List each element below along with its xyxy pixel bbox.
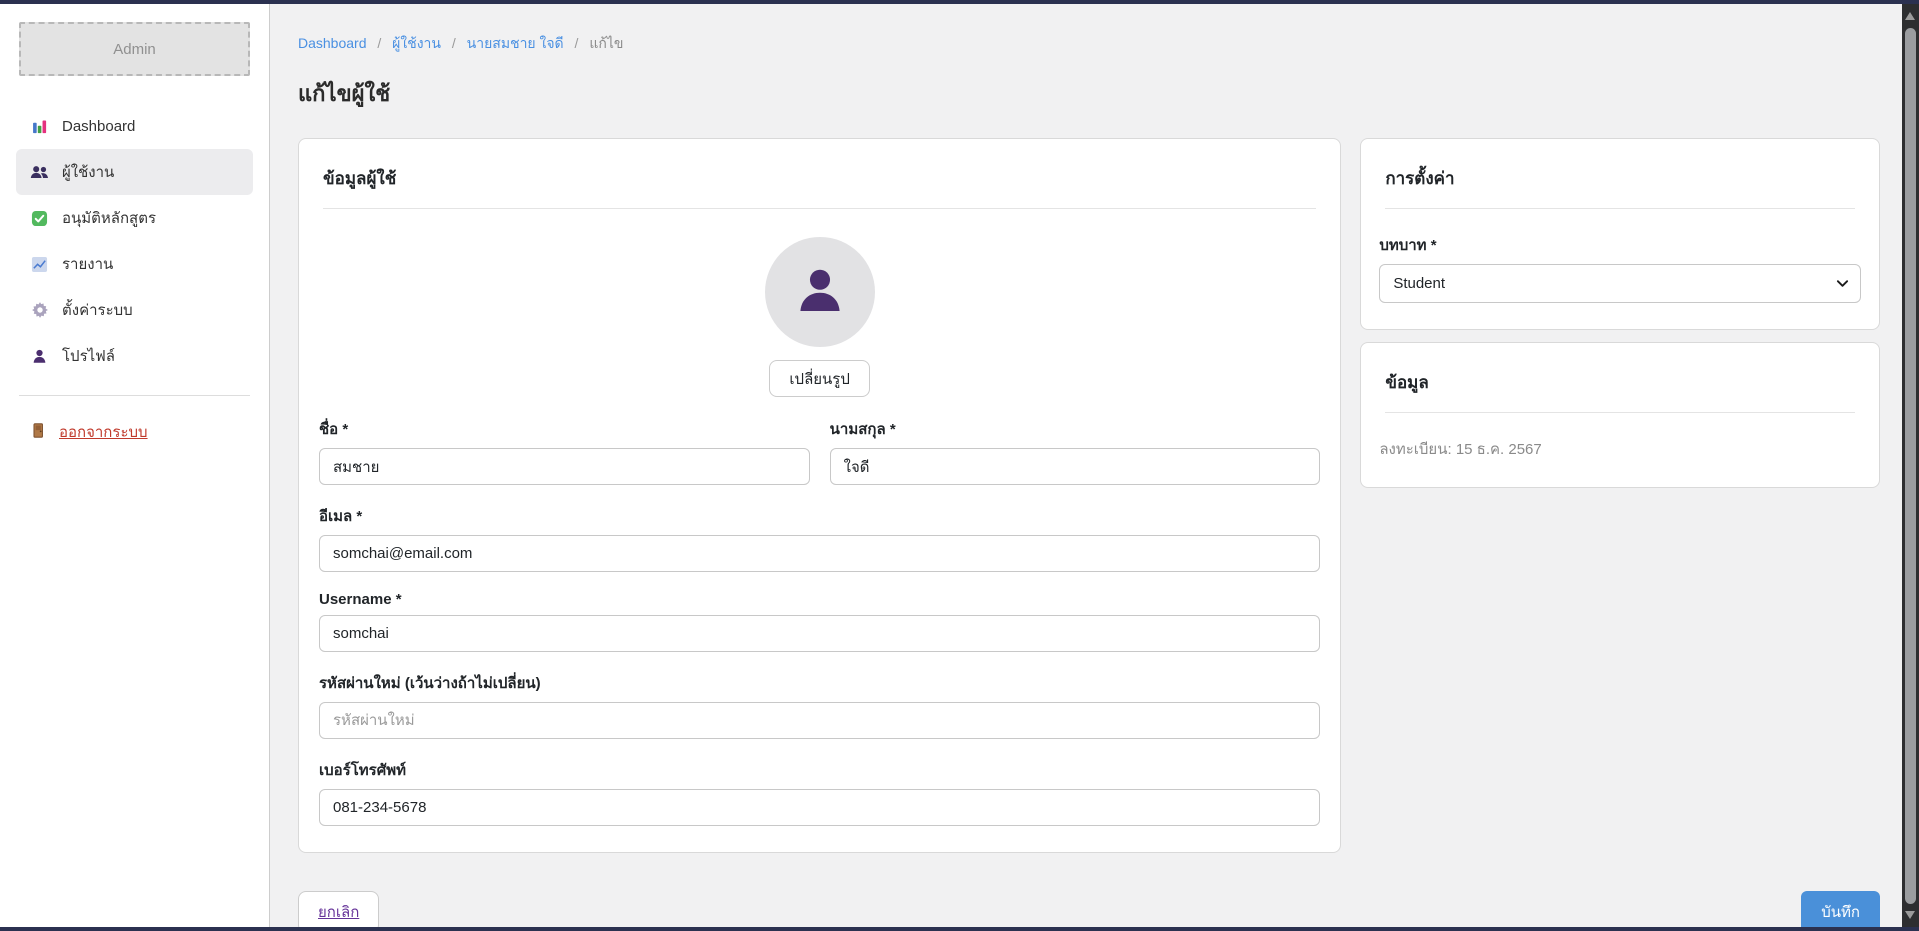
username-field[interactable] bbox=[319, 615, 1320, 652]
breadcrumb-link-user-name[interactable]: นายสมชาย ใจดี bbox=[467, 35, 564, 51]
scrollbar-up-arrow-icon[interactable] bbox=[1905, 12, 1915, 20]
brand-logo-placeholder: Admin bbox=[19, 22, 250, 76]
sidebar-menu: Dashboard ผู้ใช้งาน อนุมัติหลักสูตร bbox=[16, 103, 253, 379]
user-form-card: ข้อมูลผู้ใช้ เปลี่ยนรูป bbox=[298, 138, 1341, 853]
info-card: ข้อมูล ลงทะเบียน: 15 ธ.ค. 2567 bbox=[1360, 342, 1880, 488]
phone-field[interactable] bbox=[319, 789, 1320, 826]
scrollbar-down-arrow-icon[interactable] bbox=[1905, 911, 1915, 919]
main-content: Dashboard / ผู้ใช้งาน / นายสมชาย ใจดี / … bbox=[271, 4, 1902, 927]
breadcrumb-link-users[interactable]: ผู้ใช้งาน bbox=[392, 35, 441, 51]
vertical-scrollbar[interactable] bbox=[1902, 4, 1919, 927]
email-field[interactable] bbox=[319, 535, 1320, 572]
sidebar-item-label: อนุมัติหลักสูตร bbox=[62, 206, 156, 230]
avatar-person-icon bbox=[792, 262, 848, 323]
scrollbar-thumb[interactable] bbox=[1905, 28, 1916, 904]
new-password-label: รหัสผ่านใหม่ (เว้นว่างถ้าไม่เปลี่ยน) bbox=[319, 671, 1320, 695]
sidebar-item-system-settings[interactable]: ตั้งค่าระบบ bbox=[16, 287, 253, 333]
bar-chart-icon bbox=[30, 118, 49, 135]
first-name-label: ชื่อ * bbox=[319, 417, 810, 441]
email-label: อีเมล * bbox=[319, 504, 1320, 528]
logout-button[interactable]: ออกจากระบบ bbox=[16, 410, 253, 454]
sidebar-divider bbox=[19, 395, 250, 396]
sidebar-item-reports[interactable]: รายงาน bbox=[16, 241, 253, 287]
change-photo-button[interactable]: เปลี่ยนรูป bbox=[769, 360, 869, 397]
breadcrumb-separator: / bbox=[377, 35, 381, 51]
last-name-field[interactable] bbox=[830, 448, 1321, 485]
brand-label: Admin bbox=[113, 41, 156, 58]
settings-card-title: การตั้งค่า bbox=[1361, 139, 1879, 208]
breadcrumb-current: แก้ไข bbox=[589, 35, 623, 51]
cancel-button[interactable]: ยกเลิก bbox=[298, 891, 379, 927]
chart-line-icon bbox=[30, 256, 49, 273]
door-icon bbox=[30, 422, 46, 443]
role-label: บทบาท * bbox=[1379, 233, 1861, 257]
sidebar-item-users[interactable]: ผู้ใช้งาน bbox=[16, 149, 253, 195]
sidebar: Admin Dashboard ผู้ใช้งา bbox=[0, 4, 270, 927]
phone-label: เบอร์โทรศัพท์ bbox=[319, 758, 1320, 782]
avatar-section: เปลี่ยนรูป bbox=[319, 237, 1320, 397]
first-name-field[interactable] bbox=[319, 448, 810, 485]
user-card-title: ข้อมูลผู้ใช้ bbox=[299, 139, 1340, 208]
save-button[interactable]: บันทึก bbox=[1801, 891, 1880, 927]
window-top-bar bbox=[0, 0, 1919, 4]
sidebar-item-label: ตั้งค่าระบบ bbox=[62, 298, 133, 322]
breadcrumb-separator: / bbox=[452, 35, 456, 51]
sidebar-item-approve-courses[interactable]: อนุมัติหลักสูตร bbox=[16, 195, 253, 241]
users-icon bbox=[30, 164, 49, 181]
username-label: Username * bbox=[319, 591, 1320, 608]
role-select[interactable]: Student bbox=[1379, 264, 1861, 303]
sidebar-item-label: ผู้ใช้งาน bbox=[62, 160, 114, 184]
last-name-label: นามสกุล * bbox=[830, 417, 1321, 441]
sidebar-item-label: โปรไฟล์ bbox=[62, 344, 115, 368]
breadcrumb: Dashboard / ผู้ใช้งาน / นายสมชาย ใจดี / … bbox=[298, 33, 1880, 55]
gear-icon bbox=[30, 301, 49, 319]
sidebar-item-label: Dashboard bbox=[62, 118, 135, 135]
breadcrumb-separator: / bbox=[575, 35, 579, 51]
info-card-title: ข้อมูล bbox=[1361, 343, 1879, 412]
logout-label: ออกจากระบบ bbox=[59, 420, 148, 444]
check-icon bbox=[30, 210, 49, 227]
sidebar-item-dashboard[interactable]: Dashboard bbox=[16, 103, 253, 149]
sidebar-item-label: รายงาน bbox=[62, 252, 113, 276]
avatar bbox=[765, 237, 875, 347]
page-title: แก้ไขผู้ใช้ bbox=[298, 76, 1880, 111]
window-bottom-bar bbox=[0, 927, 1919, 931]
new-password-field[interactable] bbox=[319, 702, 1320, 739]
form-actions: ยกเลิก บันทึก bbox=[298, 891, 1880, 927]
sidebar-item-profile[interactable]: โปรไฟล์ bbox=[16, 333, 253, 379]
breadcrumb-link-dashboard[interactable]: Dashboard bbox=[298, 35, 367, 51]
person-icon bbox=[30, 348, 49, 365]
settings-card: การตั้งค่า บทบาท * Student bbox=[1360, 138, 1880, 330]
registered-date-text: ลงทะเบียน: 15 ธ.ค. 2567 bbox=[1379, 437, 1861, 461]
